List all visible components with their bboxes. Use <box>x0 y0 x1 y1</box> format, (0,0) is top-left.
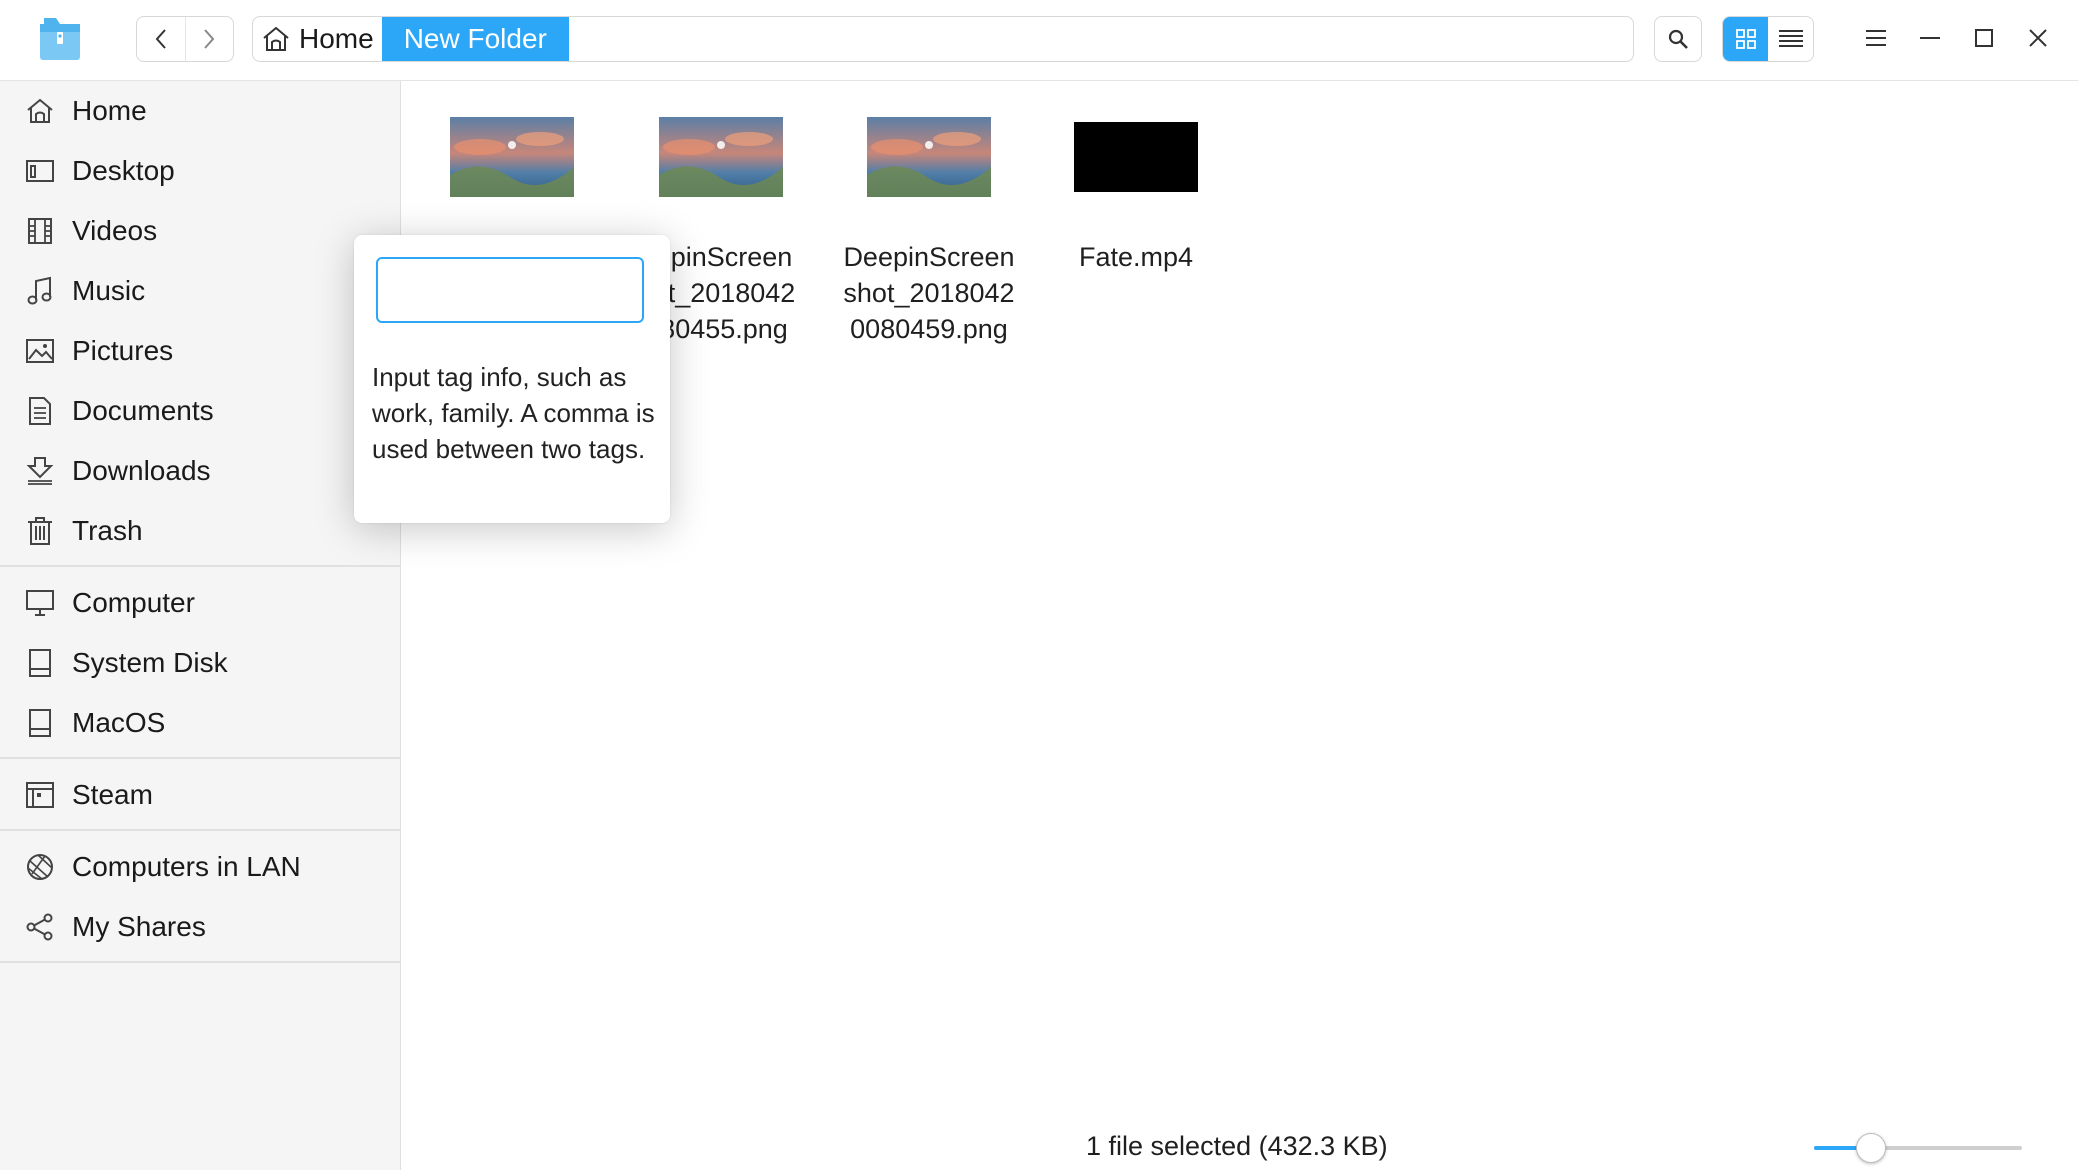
sidebar-item-label: System Disk <box>72 647 228 678</box>
sidebar-item-trash[interactable]: Trash <box>0 506 400 556</box>
grid-view-icon <box>1735 29 1756 49</box>
videos-icon <box>24 215 56 247</box>
sidebar-item-documents[interactable]: Documents <box>0 386 400 436</box>
minimize-button[interactable] <box>1910 18 1950 58</box>
sidebar-item-macos[interactable]: MacOS <box>0 698 400 748</box>
sidebar-item-label: Steam <box>72 779 153 810</box>
steam-drive-icon <box>24 779 56 811</box>
sidebar-divider <box>0 829 400 831</box>
breadcrumb[interactable]: Home New Folder <box>252 16 1634 62</box>
sidebar-item-music[interactable]: Music <box>0 266 400 316</box>
file-name-line: 0080459.png <box>850 314 1008 344</box>
breadcrumb-current-label: New Folder <box>403 23 547 54</box>
main-menu-button[interactable] <box>1856 18 1896 58</box>
sidebar-item-label: Downloads <box>72 455 211 486</box>
sidebar-item-downloads[interactable]: Downloads <box>0 446 400 496</box>
sidebar-item-home[interactable]: Home <box>0 86 400 136</box>
share-icon <box>24 911 56 943</box>
network-icon <box>24 851 56 883</box>
zoom-slider[interactable] <box>1814 1146 2022 1150</box>
tag-hint: Input tag info, such as work, family. A … <box>372 362 655 464</box>
sidebar-item-label: Pictures <box>72 335 174 366</box>
sidebar: Home Desktop Videos Music Pictures Docum… <box>0 81 401 1170</box>
sidebar-item-label: Desktop <box>72 155 175 186</box>
minimize-icon <box>1920 37 1940 39</box>
maximize-icon <box>1975 29 1993 47</box>
disk-icon <box>24 647 56 679</box>
file-name-line: Fate.mp4 <box>1078 242 1194 272</box>
close-button[interactable] <box>2018 18 2058 58</box>
file-manager-logo-icon <box>38 16 82 62</box>
view-mode-toggle <box>1722 16 1814 62</box>
sidebar-item-my-shares[interactable]: My Shares <box>0 902 400 952</box>
sidebar-divider <box>0 757 400 759</box>
sidebar-item-label: Computer <box>72 587 195 618</box>
chevron-left-icon <box>155 29 166 49</box>
image-thumbnail <box>450 117 574 197</box>
sidebar-item-label: Documents <box>72 395 214 426</box>
sidebar-item-label: Home <box>72 95 147 126</box>
search-button[interactable] <box>1654 16 1702 62</box>
sidebar-item-label: Music <box>72 275 146 306</box>
file-name: Fate.mp4 <box>1041 239 1231 275</box>
sidebar-item-label: MacOS <box>72 707 166 738</box>
maximize-button[interactable] <box>1964 18 2004 58</box>
sidebar-item-label: Videos <box>72 215 158 246</box>
desktop-icon <box>24 155 56 187</box>
chevron-right-icon <box>204 29 215 49</box>
list-view-button[interactable] <box>1768 17 1813 61</box>
image-thumbnail <box>867 117 991 197</box>
sidebar-item-label: Computers in LAN <box>72 851 301 882</box>
disk-icon <box>24 707 56 739</box>
sidebar-item-label: My Shares <box>72 911 206 942</box>
list-view-icon <box>1778 30 1803 47</box>
breadcrumb-home[interactable]: Home <box>253 17 382 61</box>
tag-input[interactable] <box>376 257 644 323</box>
documents-icon <box>24 395 56 427</box>
forward-button[interactable] <box>184 17 234 61</box>
tag-popup-arrow <box>490 222 518 236</box>
pictures-icon <box>24 335 56 367</box>
file-name: DeepinScreen shot_2018042 0080459.png <box>834 239 1024 347</box>
sidebar-item-videos[interactable]: Videos <box>0 206 400 256</box>
music-icon <box>24 275 56 307</box>
grid-view-button[interactable] <box>1723 17 1768 61</box>
sidebar-divider <box>0 961 400 963</box>
home-icon <box>263 26 289 51</box>
status-text: 1 file selected (432.3 KB) <box>1086 1131 1388 1161</box>
sidebar-item-pictures[interactable]: Pictures <box>0 326 400 376</box>
image-thumbnail <box>659 117 783 197</box>
home-icon <box>24 95 56 127</box>
file-name-line: shot_2018042 <box>843 278 1015 308</box>
breadcrumb-current-folder[interactable]: New Folder <box>381 17 569 61</box>
close-icon <box>2029 29 2047 47</box>
search-icon <box>1668 29 1688 49</box>
title-bar: Home New Folder <box>0 0 2078 81</box>
video-thumbnail <box>1074 122 1198 192</box>
downloads-icon <box>24 455 56 487</box>
zoom-slider-handle[interactable] <box>1856 1133 1887 1163</box>
sidebar-item-steam[interactable]: Steam <box>0 770 400 820</box>
navigation-buttons <box>136 16 234 62</box>
back-button[interactable] <box>137 17 185 61</box>
sidebar-divider <box>0 565 400 567</box>
sidebar-item-desktop[interactable]: Desktop <box>0 146 400 196</box>
computer-icon <box>24 587 56 619</box>
trash-icon <box>24 515 56 547</box>
sidebar-item-computer[interactable]: Computer <box>0 578 400 628</box>
tag-popup: Input tag info, such as work, family. A … <box>354 235 670 523</box>
file-name-line: DeepinScreen <box>843 242 1015 272</box>
sidebar-item-computers-in-lan[interactable]: Computers in LAN <box>0 842 400 892</box>
sidebar-item-system-disk[interactable]: System Disk <box>0 638 400 688</box>
breadcrumb-home-label: Home <box>299 23 374 54</box>
menu-icon <box>1866 30 1886 46</box>
sidebar-item-label: Trash <box>72 515 143 546</box>
